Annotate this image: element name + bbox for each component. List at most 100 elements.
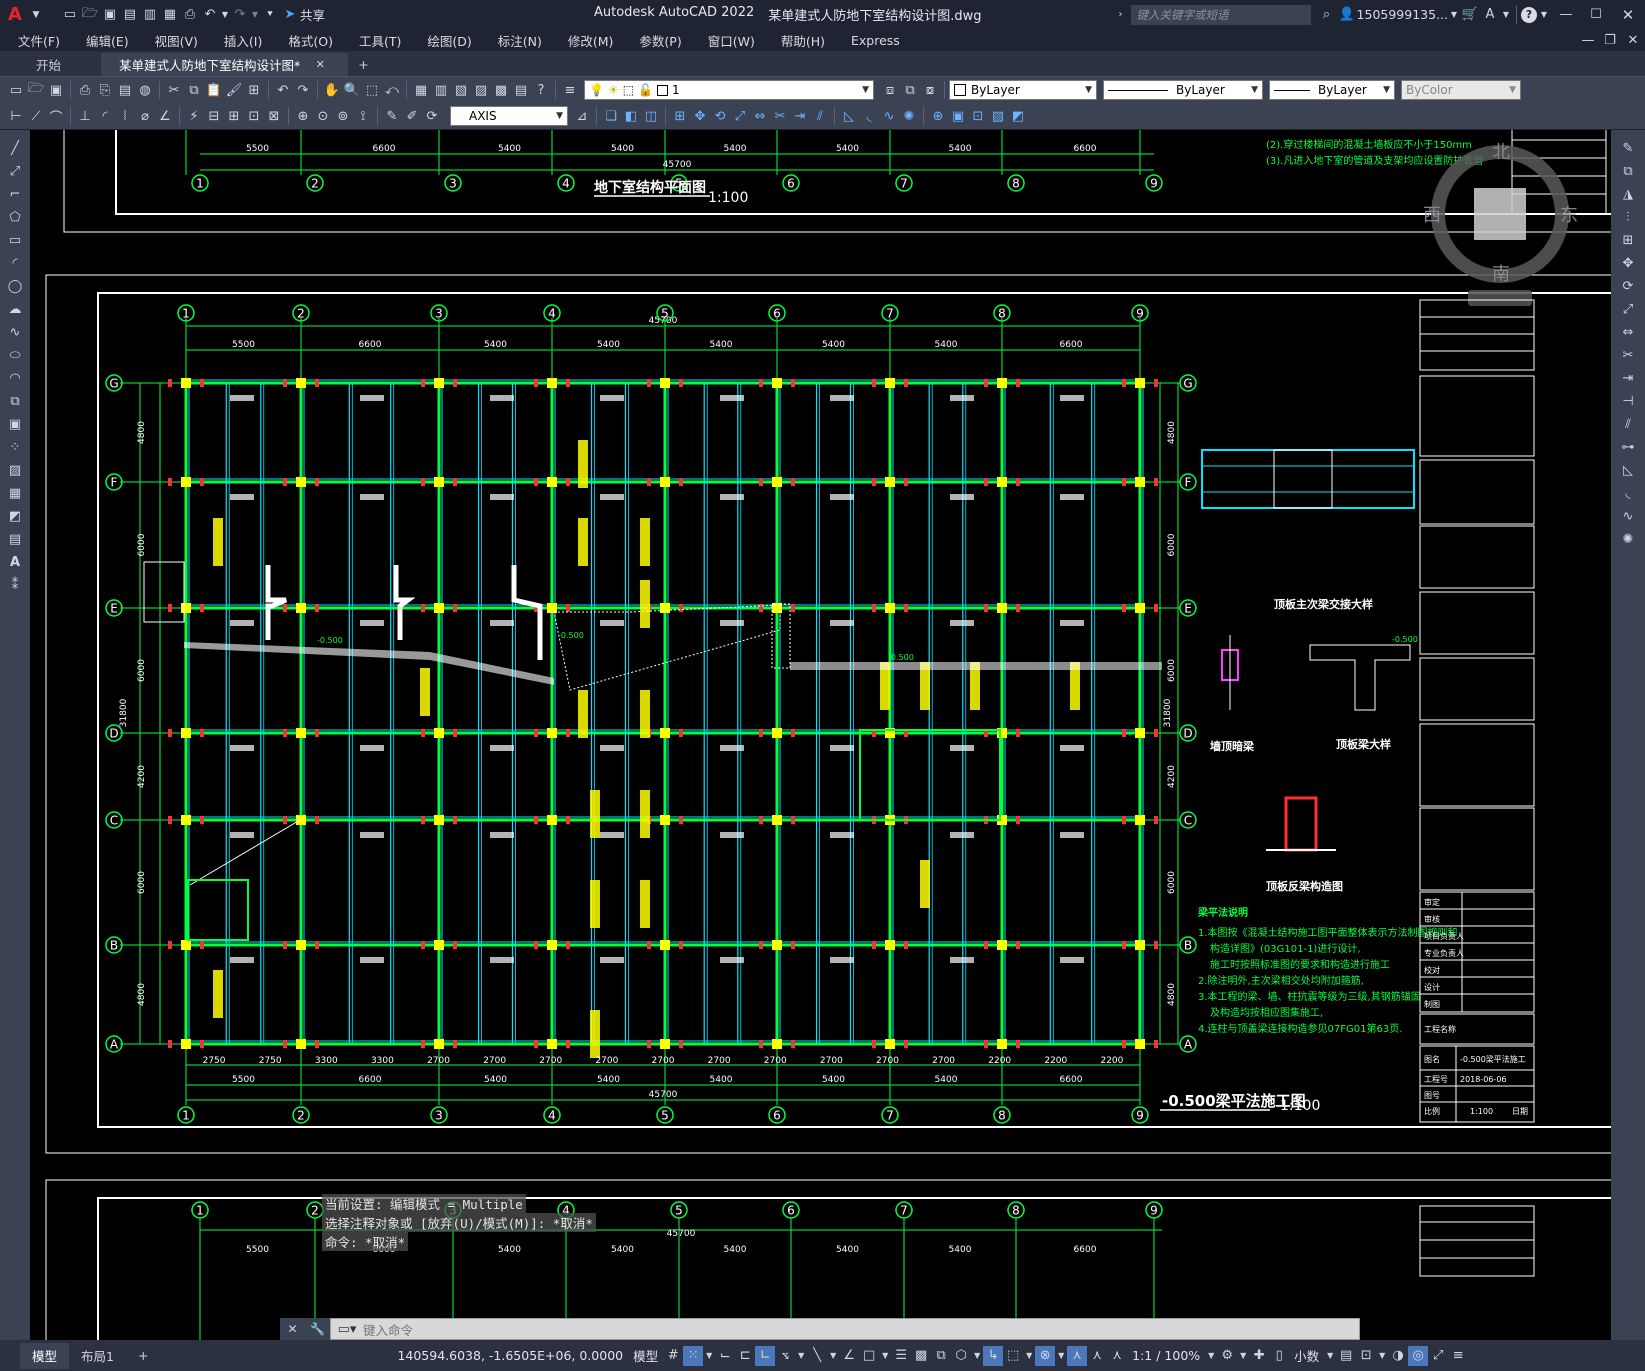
polygon-icon[interactable]: ⬠ [5,207,25,227]
units-dropdown-icon[interactable]: ▼ [1324,1346,1336,1366]
stretch-tool-icon[interactable]: ⇔ [1618,322,1638,342]
move-tool-icon[interactable]: ✥ [1618,253,1638,273]
scale-tool-icon[interactable]: ⤢ [1618,299,1638,319]
pan-icon[interactable]: ✋ [322,80,342,100]
polar-icon[interactable]: ⦪ [775,1346,795,1366]
paste-icon[interactable]: 📋 [204,80,224,100]
mirror-icon[interactable]: ◧ [621,106,641,126]
gradient-icon[interactable]: ▦ [5,483,25,503]
erase-icon[interactable]: ✎ [1618,138,1638,158]
menu-express[interactable]: Express [838,33,913,48]
annotation-visibility-icon[interactable]: ⋏ [1067,1345,1088,1366]
isolate-objects-icon[interactable]: ◑ [1388,1346,1408,1366]
diameter-dim-icon[interactable]: ⌀ [135,106,155,126]
point-icon[interactable]: ⊡ [968,106,988,126]
isodraft-dropdown-icon[interactable]: ▼ [827,1346,839,1366]
isodraft-icon[interactable]: ╲ [807,1346,827,1366]
gizmo-icon[interactable]: ⊗ [1035,1345,1056,1366]
snap-dropdown-icon[interactable]: ▼ [703,1346,715,1366]
infer-constraints-icon[interactable]: ⌙ [715,1346,735,1366]
user-name[interactable]: 1505999135... [1357,7,1448,22]
menu-insert[interactable]: 插入(I) [211,31,275,50]
tolerance-icon[interactable]: ⊕ [293,106,313,126]
gizmo-dropdown-icon[interactable]: ▼ [1055,1346,1067,1366]
viewcube-east[interactable]: 东 [1560,205,1578,226]
continue-dim-icon[interactable]: ⊞ [224,106,244,126]
blend-tool-icon[interactable]: ∿ [1618,506,1638,526]
undo-tool-icon[interactable]: ↶ [273,80,293,100]
zoom-window-icon[interactable]: ⬚ [362,80,382,100]
layer-previous-icon[interactable]: ⧉ [900,80,920,100]
ordinate-dim-icon[interactable]: ⊥ [75,106,95,126]
spline-icon[interactable]: ∿ [5,322,25,342]
jogged-dim-icon[interactable]: ⦚ [115,106,135,126]
selection-cycling-icon[interactable]: ⧉ [931,1346,951,1366]
new-icon[interactable]: ▭ [60,5,80,25]
undo-icon[interactable]: ↶ [200,5,220,25]
region-icon[interactable]: ◩ [1008,106,1028,126]
osnap-dropdown-icon[interactable]: ▼ [879,1346,891,1366]
3d-osnap-dropdown-icon[interactable]: ▼ [971,1346,983,1366]
tab-model[interactable]: 模型 [20,1342,70,1369]
mirror-tool-icon[interactable]: ◮ [1618,184,1638,204]
save-as-icon[interactable]: ▤ [120,5,140,25]
cmd-prompt-icon[interactable]: ▭▾ [331,1319,363,1339]
search-expand-icon[interactable]: › [1111,5,1131,25]
tab-start[interactable]: 开始 [0,53,101,76]
selection-filter-icon[interactable]: ⬚ [1003,1346,1023,1366]
menu-help[interactable]: 帮助(H) [768,31,838,50]
layer-combo[interactable]: 💡 ☀ ⬚ 🔓 1 ▼ [584,80,874,100]
design-center-icon[interactable]: ▥ [431,80,451,100]
snap-icon[interactable]: ⁙ [683,1345,704,1366]
chamfer-icon[interactable]: ◺ [839,106,859,126]
coordinates[interactable]: 140594.6038, -1.6505E+06, 0.0000 [392,1348,628,1363]
fillet-tool-icon[interactable]: ◟ [1618,483,1638,503]
insert-icon[interactable]: ⧉ [5,391,25,411]
cmd-customize-icon[interactable]: 🔧 [308,1319,328,1339]
ellipse-arc-icon[interactable]: ◠ [5,368,25,388]
arc-dim-icon[interactable]: ⌒ [46,106,66,126]
transparency-icon[interactable]: ▩ [911,1346,931,1366]
rectangle-icon[interactable]: ▭ [5,230,25,250]
scale-icon[interactable]: ⤢ [730,106,750,126]
print-icon[interactable]: ⎙ [75,80,95,100]
break-dim-icon[interactable]: ⊠ [264,106,284,126]
menu-parametric[interactable]: 参数(P) [626,31,694,50]
circle-icon[interactable]: ◯ [5,276,25,296]
offset-tool-icon[interactable]: ⫶ [1618,207,1638,227]
lineweight-icon[interactable]: ☰ [891,1346,911,1366]
chamfer-tool-icon[interactable]: ◺ [1618,460,1638,480]
hatch-draw-icon[interactable]: ▨ [5,460,25,480]
trim-tool-icon[interactable]: ✂ [1618,345,1638,365]
move-icon[interactable]: ✥ [690,106,710,126]
quick-dim-icon[interactable]: ⚡ [184,106,204,126]
maximize-icon[interactable]: ☐ [1581,5,1611,25]
explode-icon[interactable]: ✺ [899,106,919,126]
break-tool-icon[interactable]: ⫽ [1618,414,1638,434]
grid-icon[interactable]: # [663,1346,683,1366]
table-icon[interactable]: ▤ [5,529,25,549]
help-dropdown-icon[interactable]: ▼ [1537,5,1551,25]
dimstyle-manager-icon[interactable]: ⊿ [572,106,592,126]
break-icon[interactable]: ⫽ [810,106,830,126]
qnew-icon[interactable]: ▭ [6,80,26,100]
blend-icon[interactable]: ∿ [879,106,899,126]
stretch-icon[interactable]: ⇔ [750,106,770,126]
publish-icon[interactable]: ▤ [115,80,135,100]
menu-tools[interactable]: 工具(T) [346,31,414,50]
autodesk-app-icon[interactable]: A [1480,5,1500,25]
minimize-icon[interactable]: — [1551,5,1581,25]
graphics-performance-icon[interactable]: ◎ [1408,1345,1429,1366]
mtext-icon[interactable]: A [5,552,25,572]
tab-layout1[interactable]: 布局1 [69,1343,126,1369]
construction-line-icon[interactable]: ⤢ [5,161,25,181]
command-input[interactable]: ▭▾ 键入命令 [330,1318,1360,1340]
viewcube-top-face[interactable] [1474,188,1526,240]
scale-dropdown-icon[interactable]: ▼ [1205,1346,1217,1366]
user-dropdown-icon[interactable]: ▼ [1448,5,1460,25]
jogged-linear-icon[interactable]: ⟟ [353,106,373,126]
layer-properties-icon[interactable]: ≡ [560,80,580,100]
copy-tool-icon[interactable]: ⧉ [1618,161,1638,181]
add-selected-icon[interactable]: ⁑ [5,575,25,595]
lineweight-combo[interactable]: ByLayer ▼ [1269,80,1395,100]
